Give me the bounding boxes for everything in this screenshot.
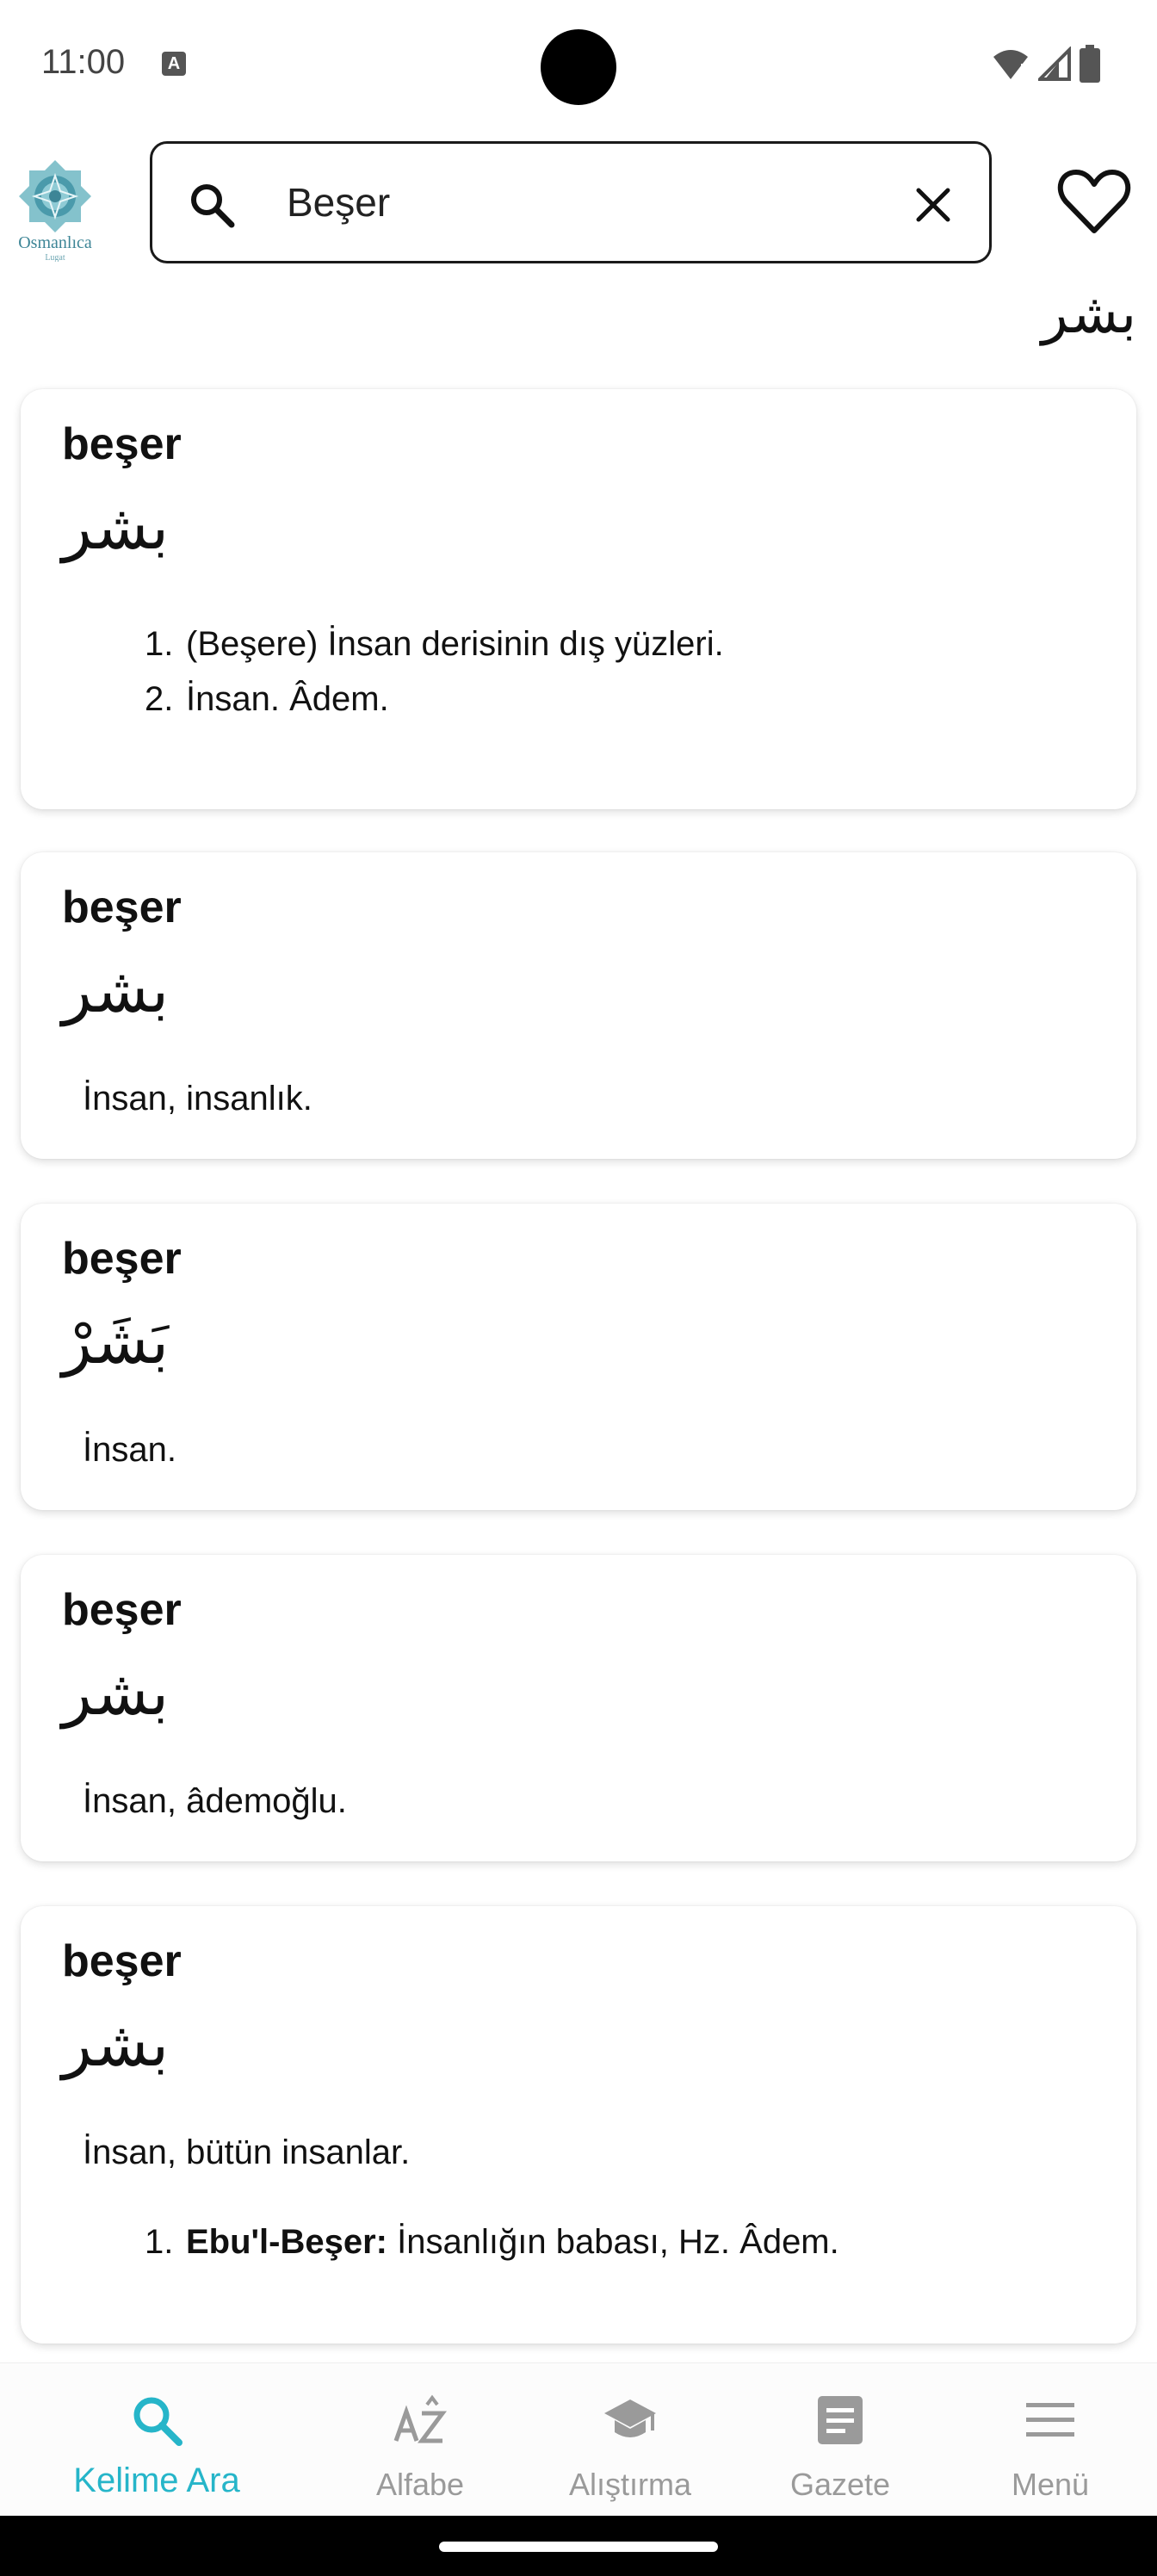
result-card[interactable]: beşer بشر İnsan, âdemoğlu.: [21, 1555, 1136, 1861]
definition-text: (Beşere) İnsan derisinin dış yüzleri.: [186, 625, 724, 663]
bottom-navigation: Kelime Ara Alfabe Alıştırma Gazete Menü: [0, 2362, 1157, 2516]
clear-icon[interactable]: [912, 183, 955, 226]
nav-item-menu[interactable]: Menü: [964, 2363, 1136, 2517]
signal-icon: [1038, 46, 1071, 81]
card-word: beşer: [62, 1234, 182, 1284]
sub-definition: İnsanlığın babası, Hz. Âdem.: [387, 2223, 839, 2261]
card-arabic: بشر: [62, 491, 169, 563]
app-header: Osmanlıca Lugat: [0, 129, 1157, 276]
logo-subtext: Lugat: [45, 253, 65, 262]
text-a-icon: A: [162, 52, 186, 76]
system-gesture-bar: [0, 2516, 1157, 2576]
card-arabic: بشر: [62, 2008, 169, 2080]
nav-label: Kelime Ara: [73, 2461, 240, 2499]
wifi-icon: [993, 50, 1028, 79]
nav-label: Alfabe: [375, 2467, 465, 2502]
result-card[interactable]: beşer بشر 1. (Beşere) İnsan derisinin dış…: [21, 389, 1136, 809]
battery-icon: [1080, 45, 1100, 83]
nav-item-alfabe[interactable]: Alfabe: [334, 2363, 506, 2517]
logo-text: Osmanlıca: [18, 233, 92, 252]
result-card[interactable]: beşer بشر İnsan, insanlık.: [21, 852, 1136, 1159]
status-time: 11:00: [41, 43, 126, 81]
card-word: beşer: [62, 419, 182, 469]
definition-text: İnsan.: [83, 1431, 176, 1469]
result-card[interactable]: beşer بَشَرْ İnsan.: [21, 1204, 1136, 1510]
status-icons: [992, 45, 1100, 83]
definition-item: 2. İnsan. Âdem.: [145, 680, 389, 718]
result-card[interactable]: beşer بشر İnsan, bütün insanlar. 1. Ebu'l…: [21, 1906, 1136, 2344]
definition-text: İnsan, insanlık.: [83, 1080, 312, 1118]
card-word: beşer: [62, 1936, 182, 1986]
card-arabic: بشر: [62, 954, 169, 1026]
definition-list: 1. Ebu'l-Beşer: İnsanlığın babası, Hz. Âd…: [145, 2214, 839, 2269]
search-input[interactable]: [287, 168, 889, 237]
nav-label: Alıştırma: [568, 2467, 691, 2502]
article-icon: [818, 2396, 863, 2444]
menu-icon: [1026, 2403, 1074, 2437]
search-icon: [133, 2397, 183, 2446]
arabic-query-title: بشر: [1041, 282, 1136, 346]
nav-label: Gazete: [789, 2467, 891, 2502]
search-icon: [191, 184, 235, 228]
card-arabic: بَشَرْ: [62, 1305, 169, 1378]
nav-item-gazete[interactable]: Gazete: [754, 2363, 926, 2517]
osmanlica-lugat-logo[interactable]: Osmanlıca Lugat: [0, 152, 110, 262]
definition-text: İnsan, bütün insanlar.: [83, 2133, 411, 2171]
definition-text: İnsan. Âdem.: [186, 680, 389, 718]
card-word: beşer: [62, 1585, 182, 1635]
definition-item: 1. (Beşere) İnsan derisinin dış yüzleri.: [145, 625, 724, 663]
search-box[interactable]: [150, 141, 992, 263]
alphabet-az-icon: [393, 2394, 447, 2443]
card-arabic: بشر: [62, 1656, 169, 1729]
card-word: beşer: [62, 882, 182, 932]
nav-label: Menü: [1011, 2467, 1090, 2502]
nav-item-kelime-ara[interactable]: Kelime Ara: [34, 2363, 279, 2517]
definition-item: 1. Ebu'l-Beşer: İnsanlığın babası, Hz. Âd…: [145, 2223, 839, 2261]
graduation-cap-icon: [604, 2400, 656, 2437]
home-gesture-pill[interactable]: [439, 2542, 718, 2552]
sub-term: Ebu'l-Beşer:: [186, 2223, 388, 2261]
definition-text: İnsan, âdemoğlu.: [83, 1782, 347, 1820]
nav-item-alistirma[interactable]: Alıştırma: [544, 2363, 716, 2517]
favorite-icon[interactable]: [1057, 167, 1131, 236]
definition-list: 1. (Beşere) İnsan derisinin dış yüzleri. …: [145, 616, 724, 727]
camera-cutout: [541, 29, 616, 105]
status-bar: 11:00 A: [0, 0, 1157, 129]
